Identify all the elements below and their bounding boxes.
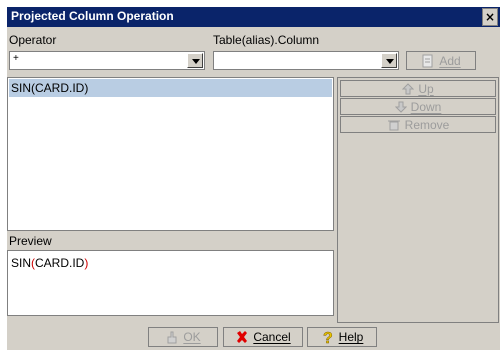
remove-button-label: Remove: [404, 117, 450, 132]
up-button[interactable]: Up: [340, 80, 496, 97]
operator-label: Operator: [9, 33, 57, 47]
help-icon: ?: [322, 330, 333, 345]
cancel-x-icon: [237, 331, 248, 343]
remove-button[interactable]: Remove: [340, 116, 496, 133]
svg-text:?: ?: [323, 330, 333, 345]
preview-label: Preview: [9, 234, 52, 248]
preview-argument: CARD.ID: [35, 256, 85, 270]
operator-combobox[interactable]: +: [9, 51, 205, 70]
close-button[interactable]: ×: [482, 8, 498, 26]
add-button[interactable]: Add: [406, 51, 476, 70]
help-button[interactable]: ? Help: [307, 327, 377, 347]
title-bar: Projected Column Operation ×: [7, 7, 500, 27]
column-dropdown-button[interactable]: [381, 53, 397, 68]
dropdown-arrow-icon: [192, 59, 200, 64]
remove-icon: [387, 120, 400, 130]
cancel-button-label: Cancel: [253, 330, 291, 344]
add-icon: [422, 54, 433, 67]
preview-box: SIN(CARD.ID): [7, 250, 334, 316]
cancel-button[interactable]: Cancel: [223, 327, 303, 347]
help-button-label: Help: [338, 330, 364, 344]
preview-function: SIN: [11, 256, 32, 270]
preview-expression: SIN(CARD.ID): [11, 256, 88, 270]
window-title: Projected Column Operation: [11, 9, 174, 23]
preview-close-paren: ): [84, 256, 89, 270]
down-button-label: Down: [410, 99, 442, 114]
ok-button-label: OK: [183, 330, 201, 344]
close-icon: ×: [484, 10, 496, 24]
column-label: Table(alias).Column: [213, 33, 320, 47]
dropdown-arrow-icon: [386, 59, 394, 64]
operator-value: +: [13, 53, 19, 64]
add-button-label: Add: [439, 53, 461, 68]
list-item-label: SIN(CARD.ID): [11, 81, 89, 95]
dialog-panel: Operator + Table(alias).Column Add SIN(C…: [7, 27, 500, 350]
up-arrow-icon: [402, 82, 415, 94]
down-button[interactable]: Down: [340, 98, 496, 115]
dialog-window: Projected Column Operation × Operator + …: [0, 0, 500, 350]
side-button-panel: Up Down Remove: [337, 77, 499, 323]
expression-list[interactable]: SIN(CARD.ID): [7, 77, 334, 231]
column-combobox[interactable]: [213, 51, 399, 70]
up-button-label: Up: [418, 81, 434, 96]
operator-dropdown-button[interactable]: [187, 53, 203, 68]
list-item-selected[interactable]: SIN(CARD.ID): [9, 79, 332, 97]
ok-button[interactable]: OK: [148, 327, 218, 347]
ok-icon: [167, 331, 177, 344]
down-arrow-icon: [394, 101, 407, 113]
